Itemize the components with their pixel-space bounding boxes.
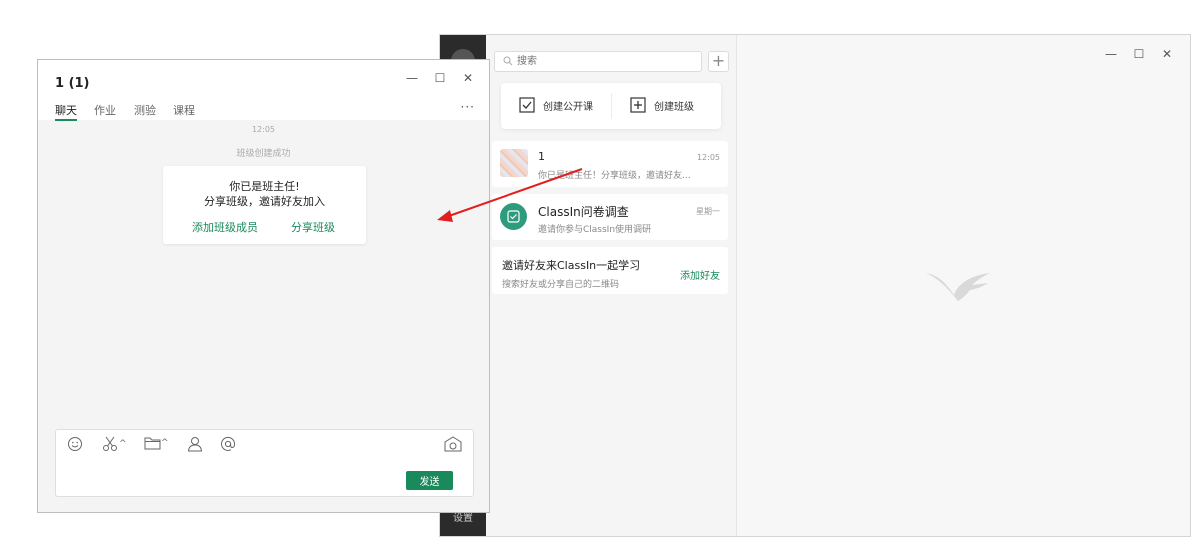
plus-box-icon xyxy=(630,97,646,113)
maximize-icon[interactable]: ☐ xyxy=(1132,47,1146,61)
invite-title: 邀请好友来ClassIn一起学习 xyxy=(502,259,641,272)
conversation-title: 1 xyxy=(538,150,545,163)
close-icon[interactable]: ✕ xyxy=(1160,47,1174,61)
tab-course[interactable]: 课程 xyxy=(173,102,195,118)
main-content-area: — ☐ ✕ xyxy=(738,35,1190,536)
chat-header: 1 (1) — ☐ ✕ 聊天 作业 测验 课程 ··· xyxy=(38,60,489,121)
conversation-item-survey[interactable]: ClassIn问卷调查 邀请你参与ClassIn使用调研 星期一 xyxy=(492,194,728,240)
tab-homework[interactable]: 作业 xyxy=(94,102,116,118)
person-icon xyxy=(187,437,203,452)
share-class-link[interactable]: 分享班级 xyxy=(291,219,335,235)
scissors-icon xyxy=(103,436,117,451)
conversation-preview: 邀请你参与ClassIn使用调研 xyxy=(538,225,652,235)
contact-button[interactable] xyxy=(187,436,203,452)
conversation-time: 星期一 xyxy=(696,207,720,216)
add-class-members-link[interactable]: 添加班级成员 xyxy=(192,219,258,235)
create-class-label: 创建班级 xyxy=(654,101,694,113)
close-icon[interactable]: ✕ xyxy=(461,71,475,85)
chat-title: 1 (1) xyxy=(55,76,90,91)
mention-button[interactable] xyxy=(220,436,236,452)
tab-quiz[interactable]: 测验 xyxy=(134,102,156,118)
message-composer[interactable]: ^ ^ 发送 xyxy=(55,429,474,497)
send-button[interactable]: 发送 xyxy=(406,471,453,490)
system-message: 班级创建成功 xyxy=(236,149,291,159)
camera-icon xyxy=(444,436,462,452)
main-window: 设置 + 创建公开课 创建班级 1 你已是班主任！分享班级，邀请 xyxy=(439,34,1191,537)
conversation-title: ClassIn问卷调查 xyxy=(538,205,629,219)
invite-friends-card: 邀请好友来ClassIn一起学习 搜索好友或分享自己的二维码 添加好友 xyxy=(492,247,728,294)
classin-logo-icon xyxy=(924,269,1002,303)
checkbox-icon xyxy=(519,97,535,113)
chat-window-controls: — ☐ ✕ xyxy=(405,71,475,85)
at-icon xyxy=(221,436,236,451)
plus-icon: + xyxy=(711,51,726,70)
maximize-icon[interactable]: ☐ xyxy=(433,71,447,85)
search-box[interactable] xyxy=(494,51,702,72)
create-open-class-button[interactable]: 创建公开课 xyxy=(519,95,593,115)
message-timestamp: 12:05 xyxy=(251,125,276,134)
chat-window: 1 (1) — ☐ ✕ 聊天 作业 测验 课程 ··· 12:05 班级创建成功… xyxy=(37,59,490,513)
emoji-button[interactable] xyxy=(67,436,83,452)
create-open-class-label: 创建公开课 xyxy=(543,101,593,113)
search-icon xyxy=(503,56,513,66)
emoji-icon xyxy=(68,437,82,451)
conversation-item-class-1[interactable]: 1 你已是班主任！分享班级，邀请好友... 12:05 xyxy=(492,141,728,187)
notice-subtitle: 分享班级，邀请好友加入 xyxy=(204,195,325,208)
survey-icon xyxy=(500,203,527,230)
minimize-icon[interactable]: — xyxy=(405,71,419,85)
notice-title: 你已是班主任! xyxy=(229,180,300,193)
divider xyxy=(611,93,612,119)
camera-button[interactable] xyxy=(444,436,462,452)
invite-subtitle: 搜索好友或分享自己的二维码 xyxy=(502,280,620,290)
more-options-icon[interactable]: ··· xyxy=(461,100,475,114)
create-class-button[interactable]: 创建班级 xyxy=(630,95,694,115)
window-controls: — ☐ ✕ xyxy=(1104,47,1174,61)
conversation-time: 12:05 xyxy=(696,153,720,162)
create-card: 创建公开课 创建班级 xyxy=(501,83,721,129)
conversation-panel: + 创建公开课 创建班级 1 你已是班主任！分享班级，邀请好友... 12:05… xyxy=(486,35,737,536)
screenshot-button[interactable]: ^ xyxy=(102,436,127,452)
tab-chat[interactable]: 聊天 xyxy=(55,102,77,121)
class-thumbnail xyxy=(500,149,528,177)
add-friend-link[interactable]: 添加好友 xyxy=(680,267,720,282)
file-button[interactable]: ^ xyxy=(144,436,169,450)
conversation-preview: 你已是班主任！分享班级，邀请好友... xyxy=(538,171,691,181)
chevron-up-icon: ^ xyxy=(161,438,169,448)
folder-icon xyxy=(144,437,161,450)
chevron-up-icon: ^ xyxy=(119,439,127,449)
minimize-icon[interactable]: — xyxy=(1104,47,1118,61)
search-input[interactable] xyxy=(517,54,697,69)
notice-card: 你已是班主任! 分享班级，邀请好友加入 添加班级成员 分享班级 xyxy=(163,166,366,244)
add-button[interactable]: + xyxy=(708,51,729,72)
